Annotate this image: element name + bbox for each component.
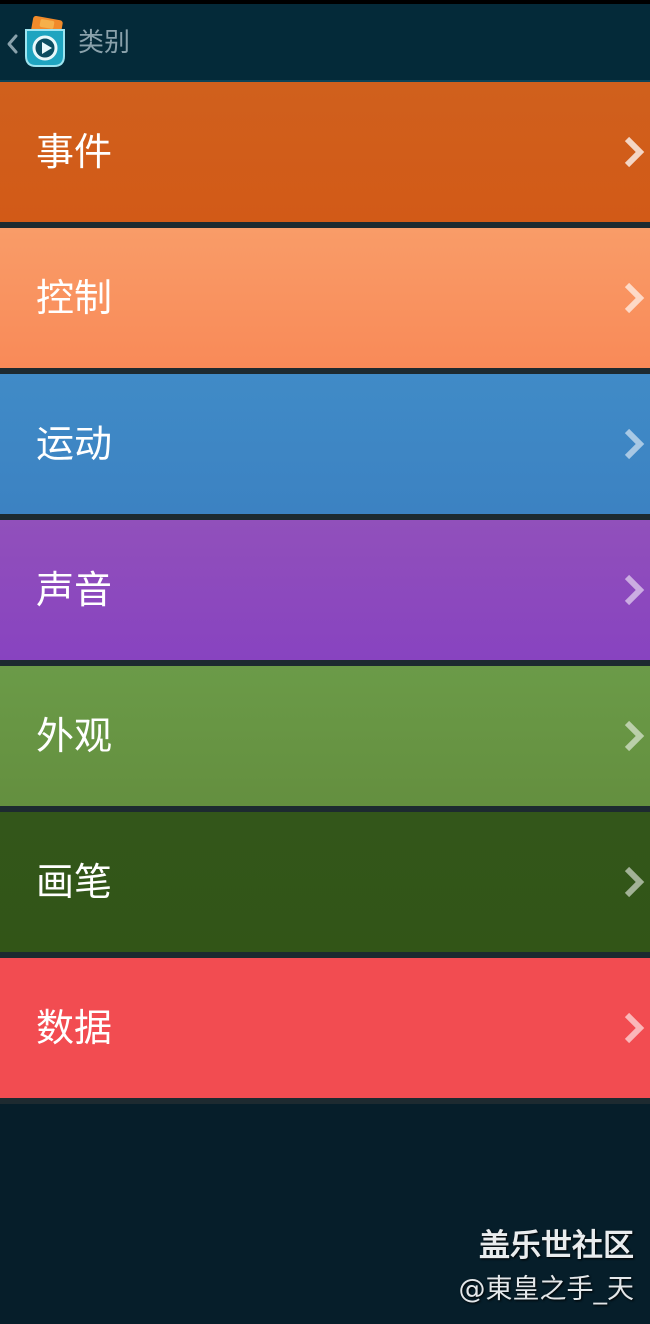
category-item-events[interactable]: 事件 [0, 82, 650, 228]
category-item-pen[interactable]: 画笔 [0, 812, 650, 958]
category-item-control[interactable]: 控制 [0, 228, 650, 374]
chevron-left-icon[interactable] [4, 30, 20, 58]
watermark-title: 盖乐世社区 [479, 1228, 634, 1264]
category-list: 事件 控制 运动 声音 外观 画笔 数据 [0, 82, 650, 1104]
category-item-looks[interactable]: 外观 [0, 666, 650, 812]
category-label: 控制 [36, 276, 113, 320]
page-title: 类别 [78, 28, 131, 58]
category-label: 声音 [36, 568, 113, 612]
category-label: 运动 [36, 422, 113, 466]
chevron-right-icon [624, 574, 645, 606]
chevron-right-icon [624, 720, 645, 752]
category-item-sound[interactable]: 声音 [0, 520, 650, 666]
chevron-right-icon [624, 282, 645, 314]
category-label: 事件 [36, 130, 113, 174]
category-label: 画笔 [36, 860, 113, 904]
category-item-motion[interactable]: 运动 [0, 374, 650, 520]
app-bar: 类别 [0, 4, 650, 82]
play-badge-logo-icon[interactable] [22, 16, 68, 70]
chevron-right-icon [624, 866, 645, 898]
chevron-right-icon [624, 428, 645, 460]
category-item-data[interactable]: 数据 [0, 958, 650, 1104]
chevron-right-icon [624, 1012, 645, 1044]
chevron-right-icon [624, 136, 645, 168]
watermark-user: @東皇之手_天 [458, 1274, 635, 1305]
category-label: 外观 [36, 714, 113, 758]
category-label: 数据 [36, 1006, 113, 1050]
